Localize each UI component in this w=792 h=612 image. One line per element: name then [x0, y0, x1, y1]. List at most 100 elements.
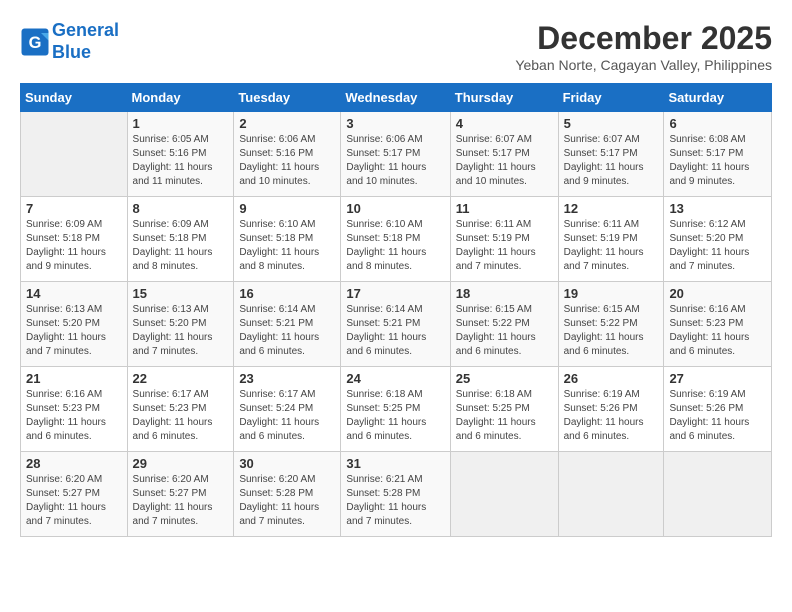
day-info: Sunrise: 6:20 AMSunset: 5:27 PMDaylight:… — [133, 473, 229, 529]
day-info: Sunrise: 6:11 AMSunset: 5:19 PMDaylight:… — [564, 218, 659, 274]
day-number: 21 — [26, 371, 122, 386]
month-title: December 2025 — [515, 20, 772, 57]
day-info: Sunrise: 6:17 AMSunset: 5:24 PMDaylight:… — [239, 388, 335, 444]
calendar-week-row: 14 Sunrise: 6:13 AMSunset: 5:20 PMDayligh… — [21, 282, 772, 367]
day-info: Sunrise: 6:09 AMSunset: 5:18 PMDaylight:… — [133, 218, 229, 274]
calendar-cell — [664, 452, 772, 537]
calendar-cell: 23 Sunrise: 6:17 AMSunset: 5:24 PMDayligh… — [234, 367, 341, 452]
day-number: 12 — [564, 201, 659, 216]
day-number: 28 — [26, 456, 122, 471]
day-number: 3 — [346, 116, 444, 131]
day-number: 22 — [133, 371, 229, 386]
calendar-cell: 3Sunrise: 6:06 AMSunset: 5:17 PMDaylight… — [341, 112, 450, 197]
calendar-cell: 12 Sunrise: 6:11 AMSunset: 5:19 PMDayligh… — [558, 197, 664, 282]
day-number: 2 — [239, 116, 335, 131]
day-number: 27 — [669, 371, 766, 386]
calendar-cell: 15Sunrise: 6:13 AMSunset: 5:20 PMDayligh… — [127, 282, 234, 367]
calendar-cell: 29 Sunrise: 6:20 AMSunset: 5:27 PMDayligh… — [127, 452, 234, 537]
calendar-cell: 30 Sunrise: 6:20 AMSunset: 5:28 PMDayligh… — [234, 452, 341, 537]
calendar-cell: 16Sunrise: 6:14 AMSunset: 5:21 PMDayligh… — [234, 282, 341, 367]
calendar-cell — [558, 452, 664, 537]
calendar-cell: 7 Sunrise: 6:09 AMSunset: 5:18 PMDaylight… — [21, 197, 128, 282]
day-number: 10 — [346, 201, 444, 216]
day-number: 7 — [26, 201, 122, 216]
calendar-cell: 19Sunrise: 6:15 AMSunset: 5:22 PMDayligh… — [558, 282, 664, 367]
day-number: 1 — [133, 116, 229, 131]
weekday-header: Saturday — [664, 84, 772, 112]
calendar-table: SundayMondayTuesdayWednesdayThursdayFrid… — [20, 83, 772, 537]
calendar-cell: 13 Sunrise: 6:12 AMSunset: 5:20 PMDayligh… — [664, 197, 772, 282]
day-number: 5 — [564, 116, 659, 131]
day-number: 23 — [239, 371, 335, 386]
weekday-header: Sunday — [21, 84, 128, 112]
day-info: Sunrise: 6:15 AMSunset: 5:22 PMDaylight:… — [456, 303, 553, 359]
day-number: 11 — [456, 201, 553, 216]
calendar-cell: 9 Sunrise: 6:10 AMSunset: 5:18 PMDaylight… — [234, 197, 341, 282]
day-number: 16 — [239, 286, 335, 301]
weekday-header: Thursday — [450, 84, 558, 112]
logo-text: General Blue — [52, 20, 119, 63]
calendar-cell: 22 Sunrise: 6:17 AMSunset: 5:23 PMDayligh… — [127, 367, 234, 452]
calendar-cell: 5 Sunrise: 6:07 AMSunset: 5:17 PMDaylight… — [558, 112, 664, 197]
calendar-cell: 6Sunrise: 6:08 AMSunset: 5:17 PMDaylight… — [664, 112, 772, 197]
calendar-week-row: 28 Sunrise: 6:20 AMSunset: 5:27 PMDayligh… — [21, 452, 772, 537]
calendar-cell: 25Sunrise: 6:18 AMSunset: 5:25 PMDayligh… — [450, 367, 558, 452]
day-info: Sunrise: 6:21 AMSunset: 5:28 PMDaylight:… — [346, 473, 444, 529]
day-info: Sunrise: 6:13 AMSunset: 5:20 PMDaylight:… — [133, 303, 229, 359]
calendar-cell: 28 Sunrise: 6:20 AMSunset: 5:27 PMDayligh… — [21, 452, 128, 537]
calendar-week-row: 21 Sunrise: 6:16 AMSunset: 5:23 PMDayligh… — [21, 367, 772, 452]
day-info: Sunrise: 6:11 AMSunset: 5:19 PMDaylight:… — [456, 218, 553, 274]
calendar-week-row: 1Sunrise: 6:05 AMSunset: 5:16 PMDaylight… — [21, 112, 772, 197]
calendar-cell: 1Sunrise: 6:05 AMSunset: 5:16 PMDaylight… — [127, 112, 234, 197]
header: G General Blue December 2025 Yeban Norte… — [20, 20, 772, 73]
calendar-cell: 21 Sunrise: 6:16 AMSunset: 5:23 PMDayligh… — [21, 367, 128, 452]
header-row: SundayMondayTuesdayWednesdayThursdayFrid… — [21, 84, 772, 112]
day-info: Sunrise: 6:17 AMSunset: 5:23 PMDaylight:… — [133, 388, 229, 444]
day-info: Sunrise: 6:07 AMSunset: 5:17 PMDaylight:… — [564, 133, 659, 189]
calendar-week-row: 7 Sunrise: 6:09 AMSunset: 5:18 PMDaylight… — [21, 197, 772, 282]
day-info: Sunrise: 6:19 AMSunset: 5:26 PMDaylight:… — [669, 388, 766, 444]
calendar-cell: 4 Sunrise: 6:07 AMSunset: 5:17 PMDaylight… — [450, 112, 558, 197]
day-number: 8 — [133, 201, 229, 216]
day-info: Sunrise: 6:10 AMSunset: 5:18 PMDaylight:… — [346, 218, 444, 274]
day-info: Sunrise: 6:20 AMSunset: 5:27 PMDaylight:… — [26, 473, 122, 529]
day-number: 13 — [669, 201, 766, 216]
day-info: Sunrise: 6:10 AMSunset: 5:18 PMDaylight:… — [239, 218, 335, 274]
day-number: 9 — [239, 201, 335, 216]
day-number: 18 — [456, 286, 553, 301]
title-section: December 2025 Yeban Norte, Cagayan Valle… — [515, 20, 772, 73]
day-info: Sunrise: 6:07 AMSunset: 5:17 PMDaylight:… — [456, 133, 553, 189]
logo-icon: G — [20, 27, 50, 57]
day-info: Sunrise: 6:16 AMSunset: 5:23 PMDaylight:… — [26, 388, 122, 444]
calendar-cell: 2Sunrise: 6:06 AMSunset: 5:16 PMDaylight… — [234, 112, 341, 197]
location-title: Yeban Norte, Cagayan Valley, Philippines — [515, 57, 772, 73]
calendar-cell — [450, 452, 558, 537]
day-info: Sunrise: 6:12 AMSunset: 5:20 PMDaylight:… — [669, 218, 766, 274]
day-number: 20 — [669, 286, 766, 301]
calendar-cell: 31Sunrise: 6:21 AMSunset: 5:28 PMDayligh… — [341, 452, 450, 537]
day-number: 29 — [133, 456, 229, 471]
calendar-cell: 24Sunrise: 6:18 AMSunset: 5:25 PMDayligh… — [341, 367, 450, 452]
day-number: 14 — [26, 286, 122, 301]
day-number: 24 — [346, 371, 444, 386]
calendar-cell: 14 Sunrise: 6:13 AMSunset: 5:20 PMDayligh… — [21, 282, 128, 367]
day-info: Sunrise: 6:13 AMSunset: 5:20 PMDaylight:… — [26, 303, 122, 359]
day-number: 30 — [239, 456, 335, 471]
calendar-cell: 18 Sunrise: 6:15 AMSunset: 5:22 PMDayligh… — [450, 282, 558, 367]
day-info: Sunrise: 6:09 AMSunset: 5:18 PMDaylight:… — [26, 218, 122, 274]
day-number: 6 — [669, 116, 766, 131]
calendar-cell: 27 Sunrise: 6:19 AMSunset: 5:26 PMDayligh… — [664, 367, 772, 452]
day-info: Sunrise: 6:16 AMSunset: 5:23 PMDaylight:… — [669, 303, 766, 359]
day-info: Sunrise: 6:18 AMSunset: 5:25 PMDaylight:… — [456, 388, 553, 444]
calendar-cell: 11 Sunrise: 6:11 AMSunset: 5:19 PMDayligh… — [450, 197, 558, 282]
logo: G General Blue — [20, 20, 119, 63]
calendar-cell: 20 Sunrise: 6:16 AMSunset: 5:23 PMDayligh… — [664, 282, 772, 367]
calendar-cell — [21, 112, 128, 197]
day-number: 17 — [346, 286, 444, 301]
day-info: Sunrise: 6:15 AMSunset: 5:22 PMDaylight:… — [564, 303, 659, 359]
calendar-cell: 10 Sunrise: 6:10 AMSunset: 5:18 PMDayligh… — [341, 197, 450, 282]
day-info: Sunrise: 6:19 AMSunset: 5:26 PMDaylight:… — [564, 388, 659, 444]
day-info: Sunrise: 6:20 AMSunset: 5:28 PMDaylight:… — [239, 473, 335, 529]
svg-text:G: G — [29, 34, 42, 52]
day-number: 4 — [456, 116, 553, 131]
